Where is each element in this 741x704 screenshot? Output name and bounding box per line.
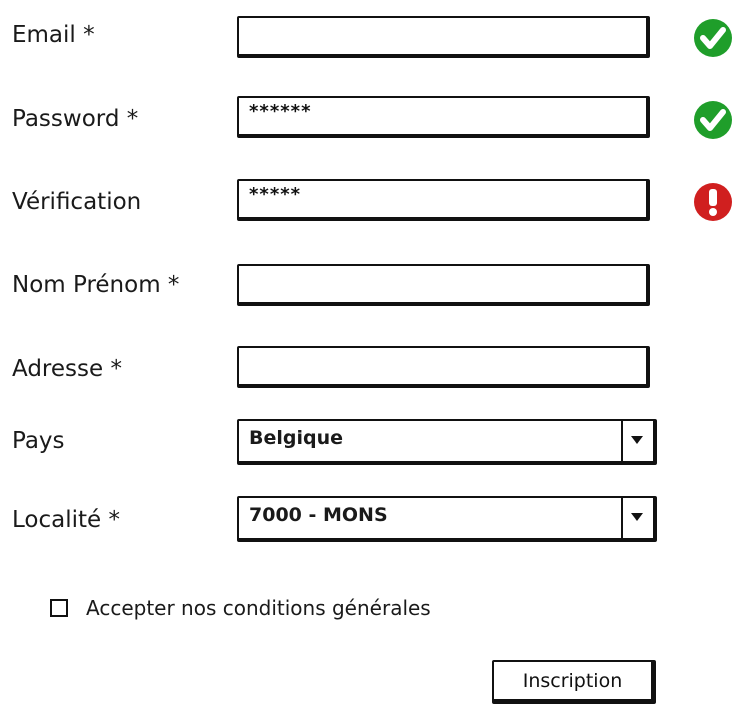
check-circle-icon [694,19,732,57]
adresse-label: Adresse * [12,356,122,382]
pays-label: Pays [12,428,65,454]
nom-prenom-input[interactable] [237,264,650,306]
pays-selected-value: Belgique [249,427,344,449]
adresse-input[interactable] [237,346,650,388]
caret-down-icon [631,513,643,521]
inscription-button[interactable]: Inscription [492,660,656,704]
password-input[interactable] [237,96,650,138]
localite-label: Localité * [12,507,120,533]
terms-label: Accepter nos conditions générales [86,596,431,620]
password-label: Password * [12,106,139,132]
localite-dropdown-button[interactable] [621,498,653,538]
localite-select[interactable]: 7000 - MONS [237,496,657,542]
email-input[interactable] [237,16,650,58]
caret-down-icon [631,436,643,444]
nom-prenom-label: Nom Prénom * [12,272,180,298]
pays-select[interactable]: Belgique [237,419,657,465]
verification-input[interactable] [237,179,650,221]
registration-form: Email * Password * Vérification Nom Prén… [0,0,741,704]
localite-selected-value: 7000 - MONS [249,504,388,526]
terms-checkbox[interactable] [50,599,68,617]
verification-label: Vérification [12,189,142,215]
email-label: Email * [12,22,95,48]
exclamation-circle-icon [694,183,732,221]
check-circle-icon [694,101,732,139]
pays-dropdown-button[interactable] [621,421,653,461]
